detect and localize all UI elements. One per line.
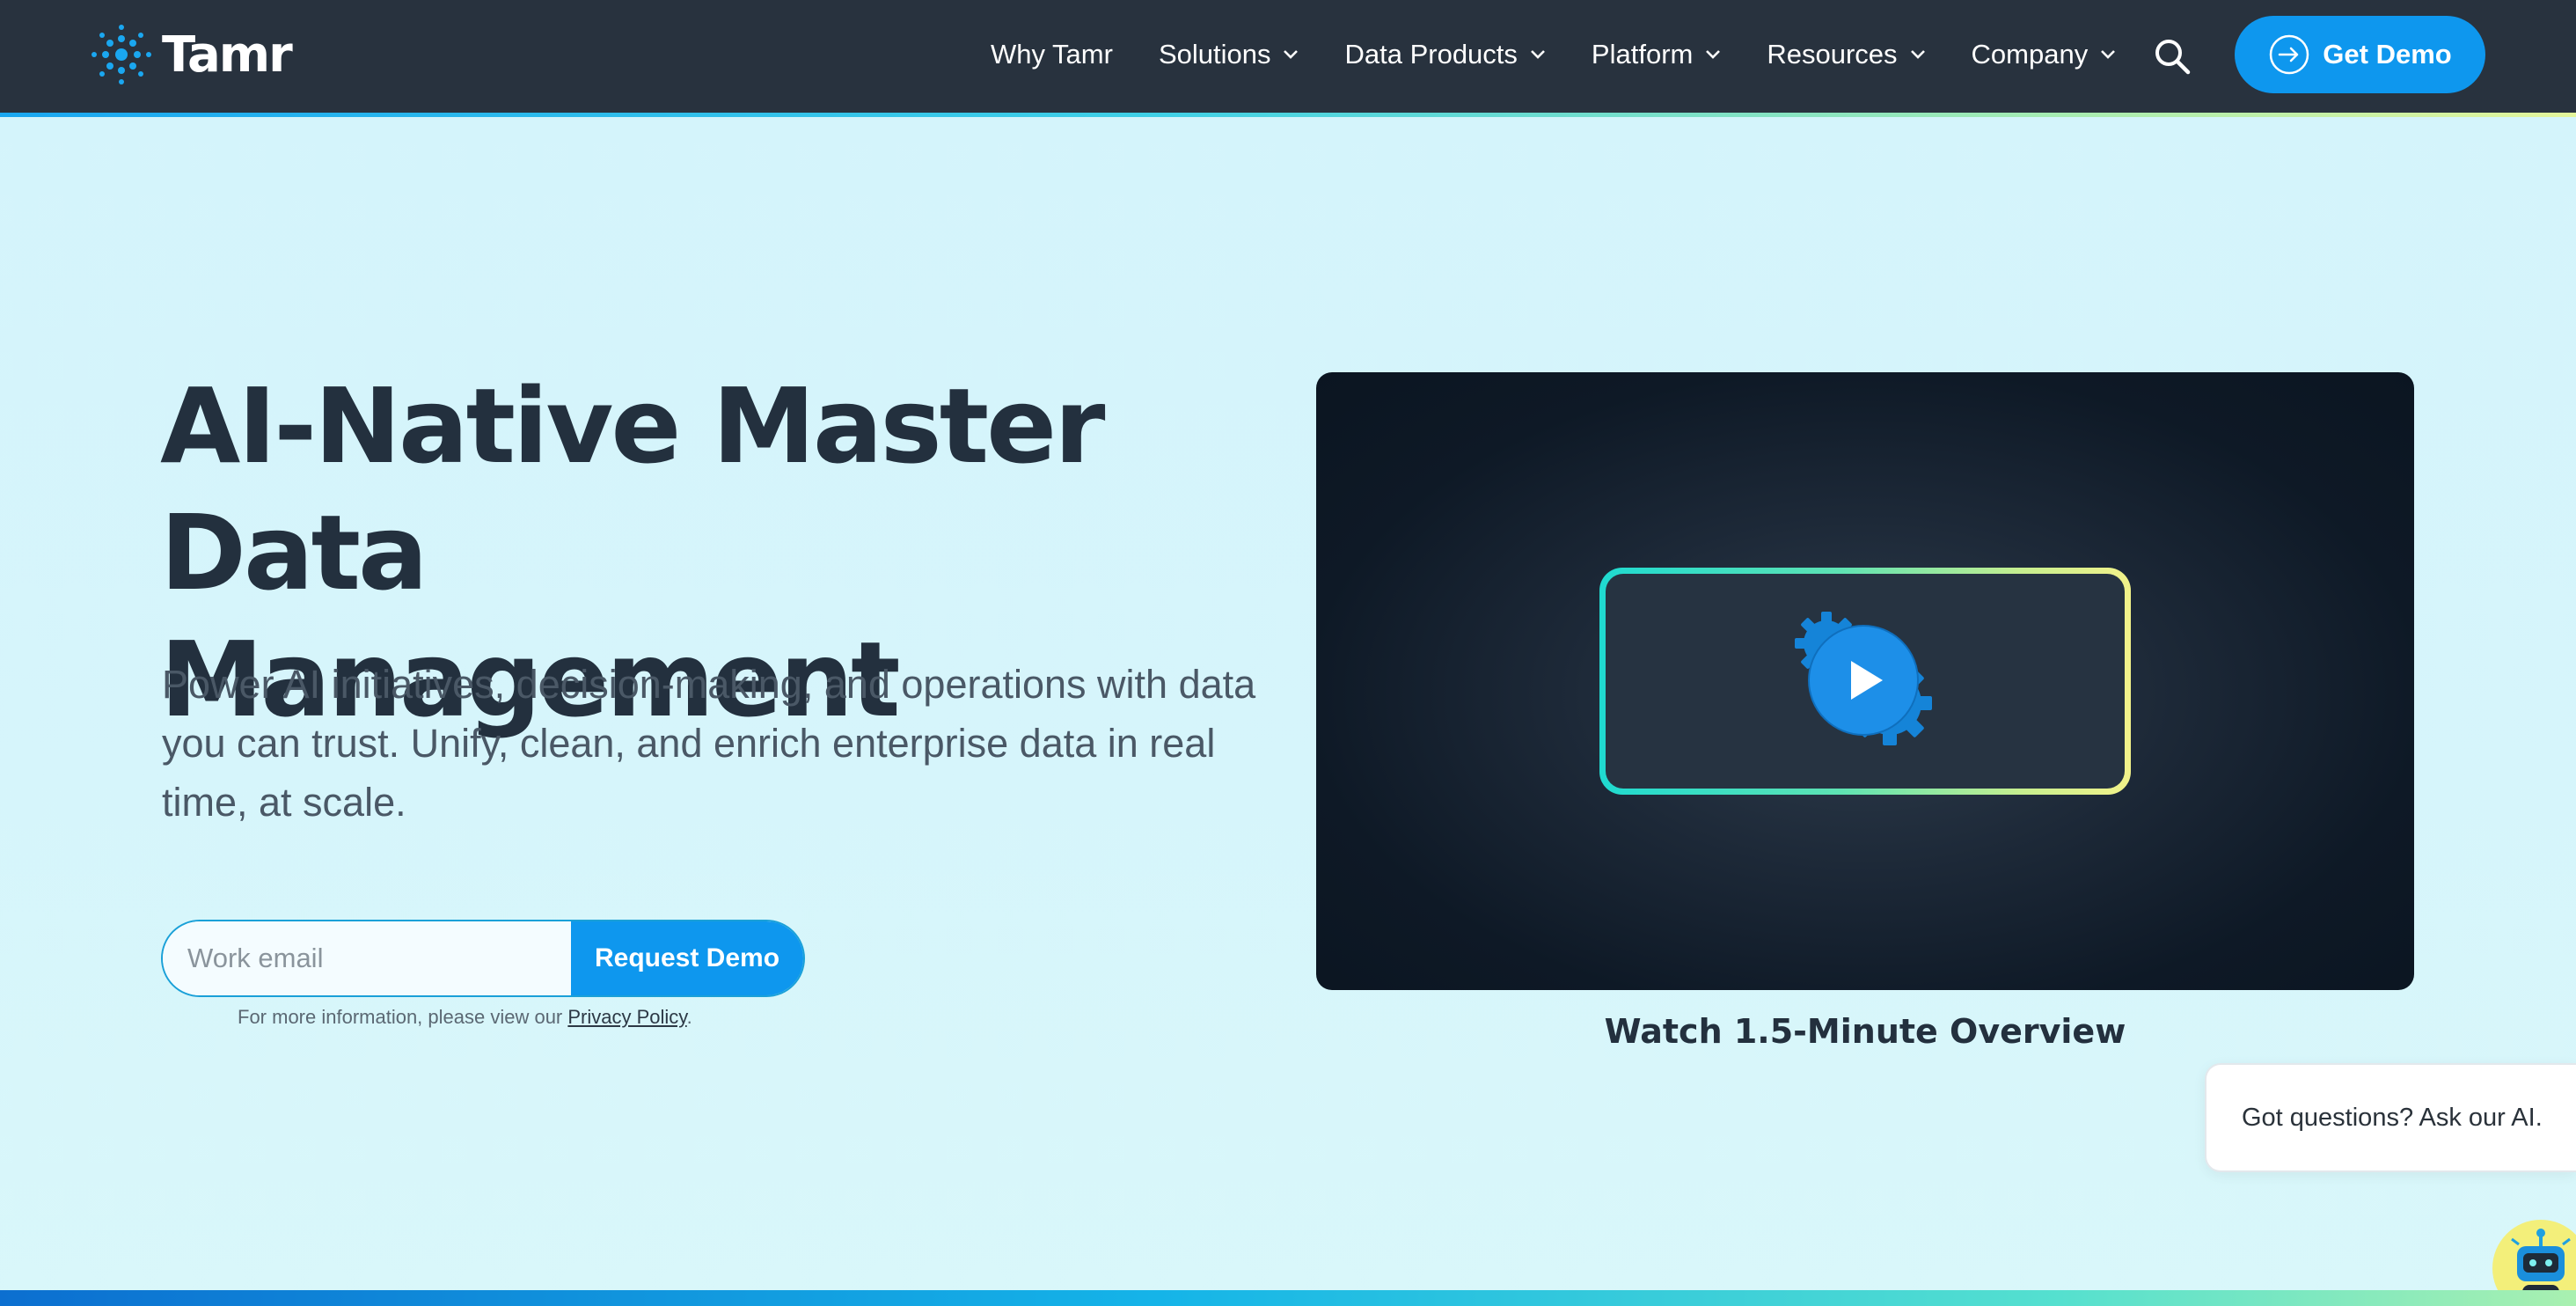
chevron-down-icon: [1910, 50, 1925, 59]
bottom-accent-band: [0, 1290, 2576, 1306]
nav-item-resources[interactable]: Resources: [1767, 39, 1925, 70]
privacy-suffix: .: [686, 1006, 692, 1028]
get-demo-button[interactable]: Get Demo: [2235, 16, 2485, 93]
chevron-down-icon: [1706, 50, 1721, 59]
chevron-down-icon: [1531, 50, 1545, 59]
work-email-input[interactable]: [163, 921, 571, 995]
privacy-prefix: For more information, please view our: [238, 1006, 568, 1028]
get-demo-label: Get Demo: [2323, 39, 2452, 70]
request-demo-label: Request Demo: [594, 943, 780, 972]
nav-item-platform[interactable]: Platform: [1592, 39, 1721, 70]
search-icon: [2155, 40, 2191, 75]
search-button[interactable]: [2153, 37, 2192, 76]
nav-item-label: Data Products: [1344, 39, 1518, 70]
video-caption: Watch 1.5-Minute Overview: [1604, 1012, 2126, 1051]
request-demo-button[interactable]: Request Demo: [571, 921, 803, 995]
nav-item-why-tamr[interactable]: Why Tamr: [991, 39, 1113, 70]
nav-item-label: Solutions: [1158, 39, 1271, 70]
hero-subtitle: Power AI initiatives, decision-making, a…: [162, 662, 1256, 825]
brand-name: Tamr: [162, 26, 293, 84]
chevron-down-icon: [2101, 50, 2116, 59]
nav-item-label: Company: [1971, 39, 2089, 70]
tamr-logo[interactable]: Tamr: [90, 23, 293, 86]
nav-item-label: Resources: [1767, 39, 1898, 70]
chevron-down-icon: [1284, 50, 1299, 59]
nav-item-label: Platform: [1591, 39, 1694, 70]
video-thumbnail-frame: [1599, 568, 2131, 795]
overview-video-player[interactable]: [1316, 372, 2414, 990]
nav-item-data-products[interactable]: Data Products: [1344, 39, 1545, 70]
nav-item-label: Why Tamr: [991, 39, 1113, 70]
site-header: Tamr Why Tamr Solutions Data Products Pl…: [0, 0, 2576, 116]
ai-chat-prompt-text: Got questions? Ask our AI.: [2242, 1103, 2543, 1132]
video-thumbnail: [1606, 574, 2125, 789]
tamr-logo-icon: [91, 25, 151, 84]
arrow-circle-right-icon: [2270, 34, 2309, 75]
privacy-note: For more information, please view our Pr…: [238, 1006, 765, 1029]
nav-item-company[interactable]: Company: [1972, 39, 2117, 70]
privacy-policy-link[interactable]: Privacy Policy: [567, 1006, 686, 1028]
nav-item-solutions[interactable]: Solutions: [1159, 39, 1299, 70]
header-accent-line: [0, 113, 2576, 117]
hero-title-line-1: AI-Native Master Data: [160, 365, 1105, 613]
play-gears-icon[interactable]: [1777, 598, 1953, 765]
ai-chat-prompt[interactable]: Got questions? Ask our AI.: [2205, 1063, 2576, 1172]
demo-request-form: Request Demo: [161, 920, 805, 997]
main-nav: Why Tamr Solutions Data Products Platfor…: [991, 0, 2162, 109]
